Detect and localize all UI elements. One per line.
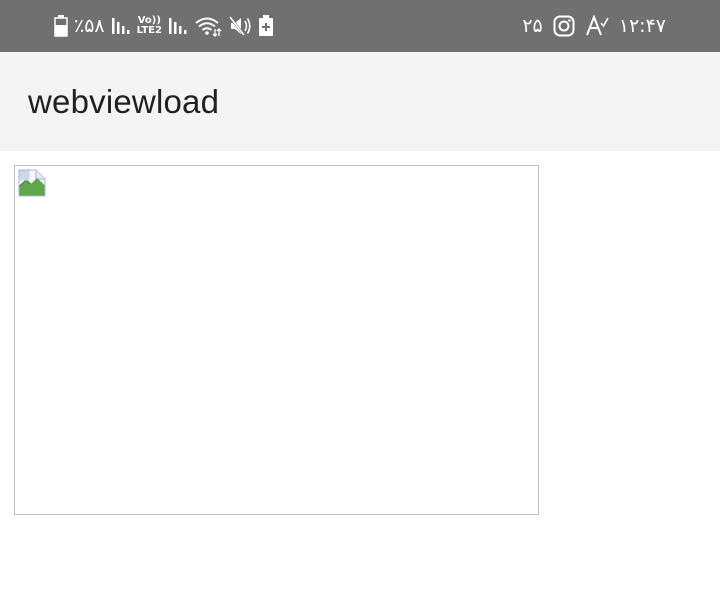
- webview[interactable]: [0, 151, 720, 616]
- status-bar-right: ۲۵ ۱۲:۴۷: [522, 0, 666, 52]
- wifi-icon: [194, 15, 222, 37]
- mute-icon: [228, 15, 252, 37]
- volte-badge: Vo)) LTE2: [137, 16, 162, 36]
- battery-percentage: ٪۵۸: [74, 14, 105, 37]
- signal-icon: [111, 16, 131, 36]
- app-title: webviewload: [28, 83, 220, 120]
- clock: ۱۲:۴۷: [618, 14, 666, 37]
- broken-image: [14, 165, 539, 515]
- signal-icon: [168, 16, 188, 36]
- battery-saver-icon: [258, 15, 274, 37]
- text-translate-icon: [585, 15, 609, 37]
- status-bar: ٪۵۸ Vo)) LTE2 ۲۵ ۱۲:۴۷: [0, 0, 720, 52]
- instagram-icon: [553, 15, 575, 37]
- broken-image-icon: [18, 169, 46, 202]
- app-bar: webviewload: [0, 52, 720, 151]
- notification-count: ۲۵: [522, 14, 543, 37]
- battery-icon: [54, 15, 68, 37]
- status-bar-left: ٪۵۸ Vo)) LTE2: [54, 0, 274, 52]
- lte-label: LTE2: [136, 25, 162, 36]
